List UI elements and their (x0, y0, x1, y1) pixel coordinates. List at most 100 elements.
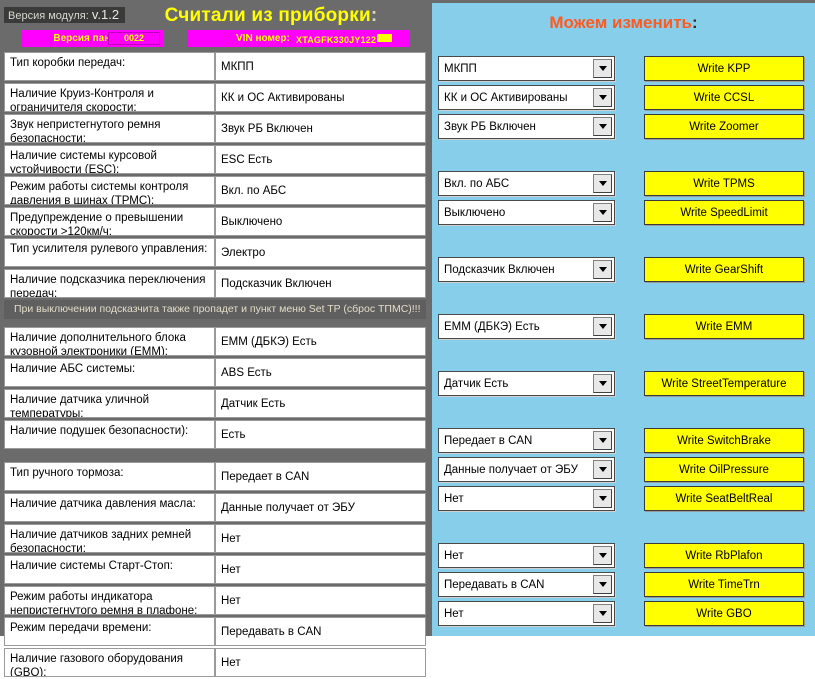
chevron-down-icon[interactable] (593, 174, 612, 193)
dropdown-zoomer[interactable]: Звук РБ Включен (438, 114, 615, 139)
vin-badge: VIN номер: XTAGFK330JY122 (188, 30, 410, 47)
row-value: Данные получает от ЭБУ (215, 493, 426, 522)
dropdown-value: Нет (444, 607, 464, 620)
table-row: Наличие АБС системы: ABS Есть (4, 358, 426, 387)
identity-badges: Версия панели: 0022 VIN номер: XTAGFK330… (22, 30, 410, 47)
row-value: Нет (215, 586, 426, 615)
chevron-down-icon[interactable] (593, 374, 612, 393)
write-ccsl-button[interactable]: Write CCSL (644, 85, 804, 110)
chevron-down-icon[interactable] (593, 117, 612, 136)
chevron-down-icon[interactable] (593, 431, 612, 450)
table-row: Тип усилителя рулевого управления: Элект… (4, 238, 426, 267)
write-panel-title-text: Можем изменить (549, 13, 692, 32)
dropdown-timetrn[interactable]: Передавать в CAN (438, 572, 615, 597)
chevron-down-icon[interactable] (593, 604, 612, 623)
table-row: Тип ручного тормоза: Передает в CAN (4, 462, 426, 491)
row-label: Тип ручного тормоза: (4, 462, 215, 491)
dropdown-kpp[interactable]: МКПП (438, 56, 615, 81)
row-label: Наличие газового оборудования (GBO): (4, 648, 215, 677)
dropdown-value: МКПП (444, 62, 477, 75)
read-values-table: Тип коробки передач: МКПП Наличие Круиз-… (4, 52, 426, 679)
dropdown-value: КК и ОС Активированы (444, 91, 568, 104)
dropdown-value: Нет (444, 492, 464, 505)
table-row: Тип коробки передач: МКПП (4, 52, 426, 81)
chevron-down-icon[interactable] (593, 260, 612, 279)
dropdown-value: Передает в CAN (444, 434, 533, 447)
row-label: Наличие подушек безопасности): (4, 420, 215, 449)
row-label: Наличие дополнительного блока кузовной э… (4, 327, 215, 356)
row-value: Есть (215, 420, 426, 449)
row-value: Вкл. по АБС (215, 176, 426, 205)
dropdown-value: Вкл. по АБС (444, 177, 510, 190)
row-label: Режим передачи времени: (4, 617, 215, 646)
vin-value-text: XTAGFK330JY122 (296, 35, 377, 45)
row-label: Наличие системы курсовой устойчивости (E… (4, 145, 215, 174)
dropdown-street-temperature[interactable]: Датчик Есть (438, 371, 615, 396)
chevron-down-icon[interactable] (593, 203, 612, 222)
read-panel-title-text: Считали из приборки (164, 5, 371, 26)
read-panel-title: Считали из приборки: (116, 5, 426, 27)
write-oilpressure-button[interactable]: Write OilPressure (644, 457, 804, 482)
chevron-down-icon[interactable] (593, 489, 612, 508)
chevron-down-icon[interactable] (593, 575, 612, 594)
chevron-down-icon[interactable] (593, 460, 612, 479)
table-row: Наличие датчика давления масла: Данные п… (4, 493, 426, 522)
row-value: Электро (215, 238, 426, 267)
table-row: Наличие датчика уличной температуры: Дат… (4, 389, 426, 418)
dropdown-value: Выключено (444, 206, 506, 219)
dropdown-value: ЕММ (ДБКЭ) Есть (444, 320, 540, 333)
row-label: Наличие подсказчика переключения передач… (4, 269, 215, 298)
write-gearshift-button[interactable]: Write GearShift (644, 257, 804, 282)
row-value: Датчик Есть (215, 389, 426, 418)
table-row: Наличие дополнительного блока кузовной э… (4, 327, 426, 356)
dropdown-switchbrake[interactable]: Передает в CAN (438, 428, 615, 453)
dropdown-speedlimit[interactable]: Выключено (438, 200, 615, 225)
chevron-down-icon[interactable] (593, 317, 612, 336)
row-value: Передает в CAN (215, 462, 426, 491)
write-speedlimit-button[interactable]: Write SpeedLimit (644, 200, 804, 225)
row-value: Нет (215, 648, 426, 677)
write-timetrn-button[interactable]: Write TimeTrn (644, 572, 804, 597)
dropdown-value: Звук РБ Включен (444, 120, 536, 133)
table-row: Предупреждение о превышении скорости >12… (4, 207, 426, 236)
table-row: Наличие подсказчика переключения передач… (4, 269, 426, 298)
chevron-down-icon[interactable] (593, 88, 612, 107)
dropdown-seatbeltreal[interactable]: Нет (438, 486, 615, 511)
write-gbo-button[interactable]: Write GBO (644, 601, 804, 626)
table-row: Наличие датчиков задних ремней безопасно… (4, 524, 426, 553)
section-gap (4, 451, 426, 462)
row-value: Подсказчик Включен (215, 269, 426, 298)
table-row: Режим работы системы контроля давления в… (4, 176, 426, 205)
dropdown-gbo[interactable]: Нет (438, 601, 615, 626)
chevron-down-icon[interactable] (593, 59, 612, 78)
dropdown-rbplafon[interactable]: Нет (438, 543, 615, 568)
table-row: Наличие Круиз-Контроля и ограничителя ск… (4, 83, 426, 112)
dropdown-tpms[interactable]: Вкл. по АБС (438, 171, 615, 196)
write-switchbrake-button[interactable]: Write SwitchBrake (644, 428, 804, 453)
write-emm-button[interactable]: Write EMM (644, 314, 804, 339)
app-window: Версия модуля: v.1.2 Считали из приборки… (0, 0, 815, 677)
row-label: Наличие датчика уличной температуры: (4, 389, 215, 418)
dropdown-emm[interactable]: ЕММ (ДБКЭ) Есть (438, 314, 615, 339)
chevron-down-icon[interactable] (593, 546, 612, 565)
row-label: Наличие АБС системы: (4, 358, 215, 387)
write-rbplafon-button[interactable]: Write RbPlafon (644, 543, 804, 568)
write-seatbeltreal-button[interactable]: Write SeatBeltReal (644, 486, 804, 511)
write-kpp-button[interactable]: Write KPP (644, 56, 804, 81)
table-row: Наличие газового оборудования (GBO): Нет (4, 648, 426, 677)
write-panel-title: Можем изменить: (432, 13, 815, 33)
dropdown-value: Подсказчик Включен (444, 263, 555, 276)
module-version-value: v.1.2 (91, 7, 120, 22)
row-label: Звук непристегнутого ремня безопасности: (4, 114, 215, 143)
write-tpms-button[interactable]: Write TPMS (644, 171, 804, 196)
module-version-badge: Версия модуля: v.1.2 (4, 7, 126, 23)
dropdown-gearshift[interactable]: Подсказчик Включен (438, 257, 615, 282)
row-value: МКПП (215, 52, 426, 81)
table-row: Наличие подушек безопасности): Есть (4, 420, 426, 449)
table-row: Наличие системы курсовой устойчивости (E… (4, 145, 426, 174)
dropdown-ccsl[interactable]: КК и ОС Активированы (438, 85, 615, 110)
write-street-temperature-button[interactable]: Write StreetTemperature (644, 371, 804, 396)
write-zoomer-button[interactable]: Write Zoomer (644, 114, 804, 139)
dropdown-oilpressure[interactable]: Данные получает от ЭБУ (438, 457, 615, 482)
module-version-label: Версия модуля: (8, 10, 89, 22)
